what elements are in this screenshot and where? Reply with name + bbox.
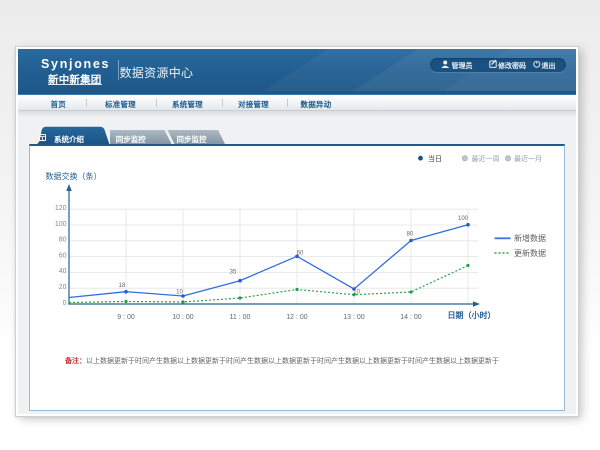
svg-text:18: 18 — [119, 283, 126, 289]
svg-text:60: 60 — [59, 252, 67, 259]
svg-text:最近一月: 最近一月 — [514, 154, 542, 163]
svg-text:80: 80 — [59, 237, 67, 244]
svg-text:当日: 当日 — [428, 154, 442, 163]
svg-text:10: 10 — [176, 290, 183, 296]
svg-text:14 : 00: 14 : 00 — [400, 314, 422, 321]
svg-text:0: 0 — [63, 300, 67, 307]
svg-text:100: 100 — [55, 221, 67, 228]
svg-text:40: 40 — [59, 268, 67, 275]
svg-text:12 : 00: 12 : 00 — [286, 314, 308, 321]
svg-text:35: 35 — [230, 270, 237, 276]
svg-text:100: 100 — [458, 216, 469, 222]
svg-text:新增数据: 新增数据 — [514, 233, 546, 243]
svg-text:最近一周: 最近一周 — [472, 154, 500, 163]
svg-text:日期（小时）: 日期（小时） — [448, 310, 496, 320]
svg-text:60: 60 — [297, 251, 304, 257]
svg-text:数据交换（条）: 数据交换（条） — [46, 171, 102, 181]
svg-text:更新数据: 更新数据 — [514, 248, 546, 258]
svg-text:11 : 00: 11 : 00 — [230, 314, 251, 321]
svg-text:20: 20 — [59, 284, 67, 291]
svg-text:9 : 00: 9 : 00 — [117, 314, 135, 321]
svg-text:10 : 00: 10 : 00 — [172, 314, 194, 321]
svg-text:120: 120 — [55, 205, 67, 212]
svg-text:80: 80 — [407, 232, 414, 238]
svg-text:10: 10 — [353, 290, 360, 296]
svg-text:13 : 00: 13 : 00 — [343, 314, 365, 321]
